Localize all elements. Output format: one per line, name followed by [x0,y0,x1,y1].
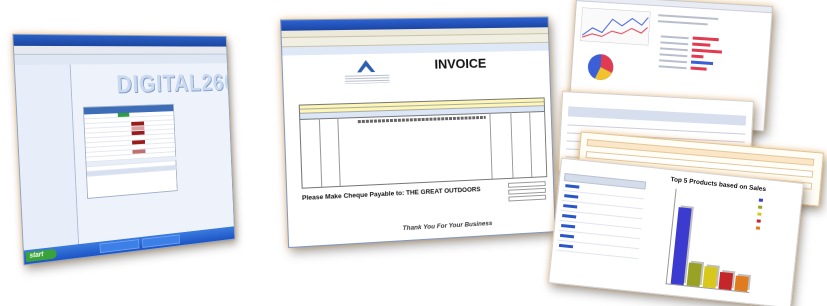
chart-bar [686,262,702,287]
products-table [555,173,647,277]
payable-instruction: Please Make Cheque Payable to: THE GREAT… [301,186,481,203]
taskbar-item[interactable] [99,239,140,254]
chart-bar [718,271,734,291]
taskbar-item[interactable] [142,234,180,248]
tax-field [508,187,546,195]
nav-link[interactable] [19,94,69,100]
nav-link[interactable] [19,86,69,92]
tab-strip [14,54,227,65]
subtotal-field [507,181,546,188]
pie-chart [587,53,615,81]
start-button[interactable]: start [25,248,57,263]
legend-text [658,14,719,21]
nav-link[interactable] [18,78,68,84]
bar-label [659,53,688,58]
brand-logo: DIGITAL260 [115,68,236,99]
table-header [567,106,747,126]
total-field [508,194,547,202]
column-divider [510,112,514,178]
nav-link[interactable] [23,171,72,179]
chart-bar [734,275,749,292]
legend-text [657,20,708,26]
nav-link[interactable] [21,140,71,148]
nav-link[interactable] [23,163,72,171]
nav-link[interactable] [21,125,71,132]
chart-legend [755,197,801,236]
bar-label [660,35,689,40]
nav-link[interactable] [20,109,70,116]
chart-bar [702,266,718,289]
product-link[interactable] [562,214,577,219]
line-chart [579,7,651,46]
nav-link[interactable] [19,101,69,107]
product-link[interactable] [558,243,574,249]
column-divider [529,111,533,177]
legend-swatch [758,198,764,202]
bar [691,54,704,59]
product-link[interactable] [564,194,579,199]
bar-label [659,47,688,52]
browser-toolbar [13,45,227,55]
legend-swatch [757,212,762,216]
invoice-title: INVOICE [434,55,487,72]
left-navigation-pane [14,64,80,251]
nav-link[interactable] [22,156,71,164]
bar [690,66,707,71]
nav-link[interactable] [21,132,71,139]
product-link[interactable] [559,233,575,239]
bar-label [658,65,687,70]
company-logo-icon-inner [360,66,372,73]
bar-label [660,41,689,46]
invoice-line-items-table [298,97,548,189]
column-divider [337,117,341,186]
invoice-totals [507,181,547,206]
bar-label [659,59,688,64]
product-link[interactable] [565,184,580,189]
nav-link[interactable] [18,70,68,76]
bar [691,48,723,54]
bar [692,36,719,42]
legend-swatch [758,205,763,209]
query-studio-screenshot: DIGITAL260 start [12,33,236,266]
crosstab-report [82,103,178,199]
column-divider [489,112,493,179]
top-products-report-screenshot: Top 5 Products based on Sales [548,157,804,306]
company-address [345,74,390,84]
bar [690,60,714,66]
nav-link[interactable] [20,117,70,124]
window-titlebar [13,34,227,47]
legend-swatch [755,226,761,230]
thank-you-footer: Thank You For Your Business [402,220,493,233]
invoice-report-screenshot: INVOICE Please Make Cheque Payable to: T… [280,16,556,249]
legend-swatch [756,219,761,223]
bar [692,42,711,47]
nav-link[interactable] [22,148,71,156]
product-link[interactable] [561,223,576,229]
column-divider [318,118,323,187]
bar-chart-plot-area [665,188,760,293]
product-link[interactable] [563,204,578,209]
